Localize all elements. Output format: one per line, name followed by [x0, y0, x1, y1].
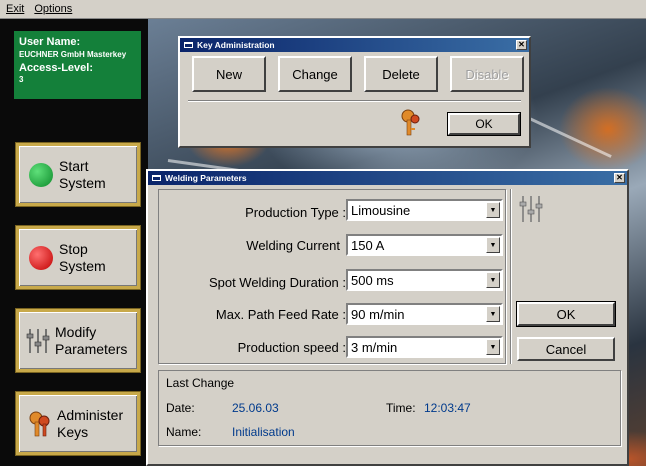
stop-line2: System: [59, 257, 106, 274]
sliders-icon: [26, 328, 50, 353]
sliders-icon: [519, 196, 543, 222]
user-info-panel: User Name: EUCHNER GmbH Masterkey Access…: [14, 31, 141, 99]
date-label: Date:: [166, 401, 195, 415]
menu-exit[interactable]: Exit: [6, 3, 24, 15]
red-light-icon: [29, 245, 53, 270]
green-light-icon: [29, 162, 53, 187]
last-change-heading: Last Change: [166, 376, 235, 390]
start-line2: System: [59, 174, 106, 191]
date-value: 25.06.03: [232, 401, 279, 415]
max-path-feed-rate-value: 90 m/min: [351, 306, 405, 322]
welding-ok-button[interactable]: OK: [516, 301, 616, 327]
start-system-button[interactable]: Start System: [15, 142, 141, 207]
chevron-down-icon[interactable]: ▼: [486, 202, 500, 218]
keys-line2: Keys: [57, 423, 89, 440]
change-button[interactable]: Change: [278, 56, 352, 92]
stop-line1: Stop: [59, 240, 88, 257]
menu-bar: Exit Options: [0, 0, 646, 19]
name-label: Name:: [166, 425, 202, 439]
time-value: 12:03:47: [424, 401, 471, 415]
chevron-down-icon[interactable]: ▼: [486, 237, 500, 253]
menu-options[interactable]: Options: [34, 3, 72, 15]
disable-button[interactable]: Disable: [450, 56, 524, 92]
welding-current-value: 150 A: [351, 237, 385, 253]
welding-cancel-button[interactable]: Cancel: [517, 337, 615, 361]
keys-line1: Administer: [57, 406, 124, 423]
close-icon[interactable]: ✕: [614, 173, 625, 183]
welding-title: Welding Parameters: [165, 173, 247, 183]
welding-titlebar[interactable]: Welding Parameters ✕: [148, 171, 627, 185]
param-label-production-type: Production Type :: [245, 205, 346, 220]
name-value: Initialisation: [232, 425, 295, 439]
param-label-welding-current: Welding Current: [246, 238, 340, 253]
spot-welding-duration-value: 500 ms: [351, 272, 394, 288]
key-admin-window: Key Administration ✕ New Change Delete D…: [178, 36, 531, 148]
production-speed-select[interactable]: 3 m/min ▼: [346, 336, 503, 358]
access-level-value: 3: [19, 75, 24, 85]
key-admin-title: Key Administration: [197, 40, 275, 50]
window-icon: [152, 175, 161, 181]
production-type-value: Limousine: [351, 202, 411, 218]
chevron-down-icon[interactable]: ▼: [486, 272, 500, 288]
modify-line1: Modify: [55, 323, 97, 340]
stop-system-button[interactable]: Stop System: [15, 225, 141, 290]
welding-current-select[interactable]: 150 A ▼: [346, 234, 503, 256]
modify-line2: Parameters: [55, 340, 128, 357]
chevron-down-icon[interactable]: ▼: [486, 306, 500, 322]
param-label-max-path-feed-rate: Max. Path Feed Rate :: [215, 307, 346, 322]
user-name-label: User Name:: [19, 36, 81, 48]
param-label-spot-welding-duration: Spot Welding Duration :: [208, 275, 346, 290]
production-type-select[interactable]: Limousine ▼: [346, 199, 503, 221]
delete-button[interactable]: Delete: [364, 56, 438, 92]
spot-welding-duration-select[interactable]: 500 ms ▼: [346, 269, 503, 291]
param-label-production-speed: Production speed :: [237, 340, 346, 355]
chevron-down-icon[interactable]: ▼: [486, 339, 500, 355]
keys-icon: [29, 411, 50, 436]
start-line1: Start: [59, 157, 89, 174]
key-icon: [401, 109, 420, 136]
vertical-divider: [510, 189, 512, 364]
key-admin-titlebar[interactable]: Key Administration ✕: [180, 38, 529, 52]
key-admin-ok-button[interactable]: OK: [447, 112, 521, 136]
production-speed-value: 3 m/min: [351, 339, 398, 355]
welding-parameters-window: Welding Parameters ✕ Production Type : L…: [146, 169, 629, 466]
user-name-value: EUCHNER GmbH Masterkey: [19, 49, 127, 59]
new-button[interactable]: New: [192, 56, 266, 92]
administer-keys-button[interactable]: Administer Keys: [15, 391, 141, 456]
max-path-feed-rate-select[interactable]: 90 m/min ▼: [346, 303, 503, 325]
modify-parameters-button[interactable]: Modify Parameters: [15, 308, 141, 373]
divider: [188, 100, 521, 102]
access-level-label: Access-Level:: [19, 61, 93, 74]
window-icon: [184, 42, 193, 48]
time-label: Time:: [386, 401, 416, 415]
close-icon[interactable]: ✕: [516, 40, 527, 50]
